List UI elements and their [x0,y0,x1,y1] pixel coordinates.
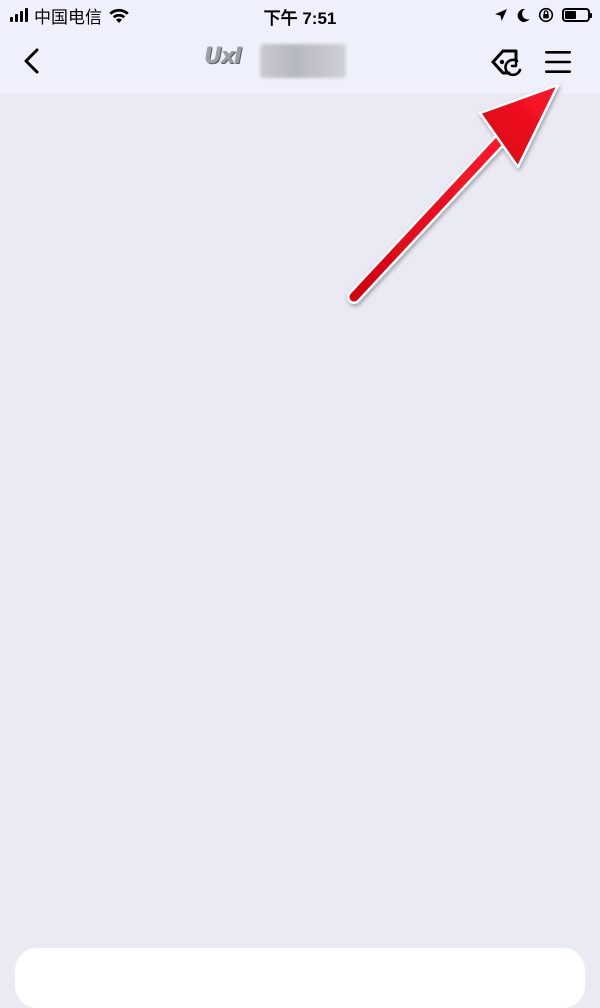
back-icon[interactable] [18,44,46,78]
moon-icon [517,8,530,22]
blurred-title [260,44,346,78]
status-right [494,5,592,25]
location-icon [495,9,507,21]
bottom-card[interactable] [15,948,585,1008]
app-title: UxI [204,44,346,78]
logo-text: UxI [204,44,242,69]
app-logo: UxI [204,44,256,78]
orientation-lock-icon [538,7,554,23]
battery-icon [562,8,592,22]
annotation-arrow [347,83,560,304]
share-icon[interactable] [490,46,526,78]
status-bar: 中国电信 下午 7:51 [0,0,600,30]
menu-icon[interactable] [542,48,574,76]
